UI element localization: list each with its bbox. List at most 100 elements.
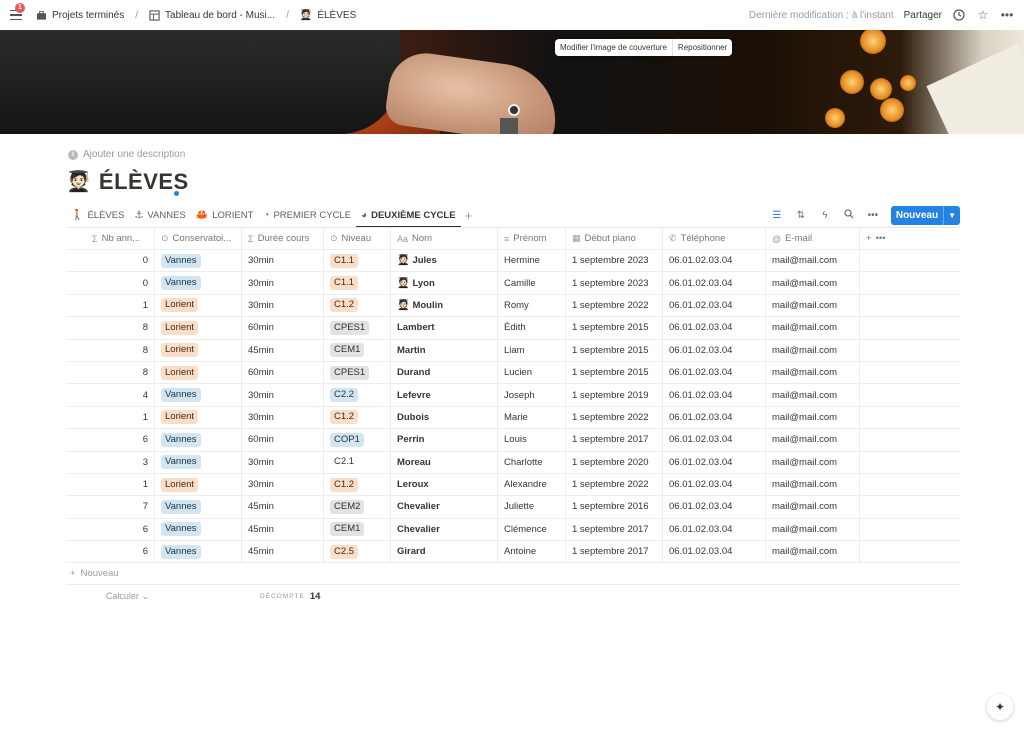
cell-nb-annees[interactable]: 6 bbox=[66, 518, 155, 541]
cell-prenom[interactable]: Marie bbox=[498, 406, 566, 429]
cell-telephone[interactable]: 06.01.02.03.04 bbox=[663, 473, 766, 496]
cell-debut-piano[interactable]: 1 septembre 2015 bbox=[566, 317, 663, 339]
cell-nom[interactable]: Durand bbox=[391, 361, 498, 384]
cell-niveau[interactable]: CEM1 bbox=[324, 518, 391, 541]
cell-nom[interactable]: Girard bbox=[391, 541, 498, 563]
tab-lorient[interactable]: 🦀 LORIENT bbox=[191, 204, 259, 226]
cell-duree-cours[interactable]: 30min bbox=[242, 250, 324, 272]
cell-telephone[interactable]: 06.01.02.03.04 bbox=[663, 317, 766, 339]
search-icon[interactable] bbox=[843, 208, 855, 222]
cell-email[interactable]: mail@mail.com bbox=[766, 250, 860, 272]
column-header-debut-piano[interactable]: ▦ Début piano bbox=[566, 228, 663, 249]
cell-debut-piano[interactable]: 1 septembre 2017 bbox=[566, 541, 663, 563]
history-clock-icon[interactable] bbox=[952, 8, 966, 22]
share-button[interactable]: Partager bbox=[904, 10, 942, 21]
cell-prenom[interactable]: Alexandre bbox=[498, 473, 566, 496]
cell-prenom[interactable]: Clémence bbox=[498, 518, 566, 541]
cell-email[interactable]: mail@mail.com bbox=[766, 496, 860, 518]
cell-nb-annees[interactable]: 6 bbox=[66, 541, 155, 563]
cell-conservatoire[interactable]: Vannes bbox=[155, 496, 242, 518]
name-link[interactable]: Perrin bbox=[397, 434, 424, 445]
cell-telephone[interactable]: 06.01.02.03.04 bbox=[663, 429, 766, 451]
cell-debut-piano[interactable]: 1 septembre 2016 bbox=[566, 496, 663, 518]
table-row[interactable]: 1 Lorient 30min C1.2 Dubois Marie 1 septembre … bbox=[66, 406, 960, 430]
cell-duree-cours[interactable]: 45min bbox=[242, 518, 324, 541]
cell-conservatoire[interactable]: Vannes bbox=[155, 541, 242, 563]
cell-prenom[interactable]: Romy bbox=[498, 294, 566, 317]
cell-email[interactable]: mail@mail.com bbox=[766, 339, 860, 361]
cell-duree-cours[interactable]: 45min bbox=[242, 541, 324, 563]
calculate-button[interactable]: Calculer ⌄ bbox=[66, 591, 155, 602]
change-cover-button[interactable]: Modifier l'image de couverture bbox=[555, 39, 672, 56]
cell-prenom[interactable]: Camille bbox=[498, 272, 566, 294]
cell-email[interactable]: mail@mail.com bbox=[766, 518, 860, 541]
cell-nb-annees[interactable]: 4 bbox=[66, 384, 155, 406]
cell-nom[interactable]: 🧑🏻‍🎓 Lyon bbox=[391, 272, 498, 294]
name-link[interactable]: Lefevre bbox=[397, 390, 431, 401]
cell-conservatoire[interactable]: Lorient bbox=[155, 317, 242, 339]
cell-email[interactable]: mail@mail.com bbox=[766, 294, 860, 317]
cell-prenom[interactable]: Lucien bbox=[498, 361, 566, 384]
cell-debut-piano[interactable]: 1 septembre 2023 bbox=[566, 272, 663, 294]
cell-debut-piano[interactable]: 1 septembre 2015 bbox=[566, 361, 663, 384]
cell-telephone[interactable]: 06.01.02.03.04 bbox=[663, 339, 766, 361]
cell-email[interactable]: mail@mail.com bbox=[766, 272, 860, 294]
cell-nb-annees[interactable]: 8 bbox=[66, 317, 155, 339]
sidebar-menu-button[interactable]: 1 bbox=[10, 3, 26, 23]
cell-nb-annees[interactable]: 7 bbox=[66, 496, 155, 518]
cell-niveau[interactable]: CEM2 bbox=[324, 496, 391, 518]
cell-duree-cours[interactable]: 60min bbox=[242, 361, 324, 384]
cell-conservatoire[interactable]: Vannes bbox=[155, 272, 242, 294]
cell-duree-cours[interactable]: 45min bbox=[242, 496, 324, 518]
cell-duree-cours[interactable]: 60min bbox=[242, 317, 324, 339]
filter-icon[interactable]: ☰ bbox=[771, 210, 783, 221]
name-link[interactable]: Martin bbox=[397, 345, 426, 356]
cell-telephone[interactable]: 06.01.02.03.04 bbox=[663, 406, 766, 429]
cell-niveau[interactable]: C1.2 bbox=[324, 406, 391, 429]
cell-niveau[interactable]: C1.2 bbox=[324, 473, 391, 496]
cell-prenom[interactable]: Joseph bbox=[498, 384, 566, 406]
table-row[interactable]: 0 Vannes 30min C1.1 🧑🏻‍🎓 Lyon Camille 1 septemb… bbox=[66, 272, 960, 295]
column-header-email[interactable]: @ E-mail bbox=[766, 228, 860, 249]
cell-niveau[interactable]: CEM1 bbox=[324, 339, 391, 361]
automation-lightning-icon[interactable]: ϟ bbox=[819, 210, 831, 221]
cell-debut-piano[interactable]: 1 septembre 2022 bbox=[566, 473, 663, 496]
column-header-niveau[interactable]: ⊙ Niveau bbox=[324, 228, 391, 249]
cell-nb-annees[interactable]: 1 bbox=[66, 406, 155, 429]
cell-conservatoire[interactable]: Lorient bbox=[155, 361, 242, 384]
name-link[interactable]: Moreau bbox=[397, 457, 431, 468]
table-row[interactable]: 1 Lorient 30min C1.2 Leroux Alexandre 1 septem… bbox=[66, 473, 960, 497]
add-view-icon[interactable]: + bbox=[461, 208, 477, 223]
cell-conservatoire[interactable]: Vannes bbox=[155, 518, 242, 541]
cell-duree-cours[interactable]: 30min bbox=[242, 384, 324, 406]
column-header-conservatoire[interactable]: ⊙ Conservatoi... bbox=[155, 228, 242, 249]
count-summary[interactable]: DÉCOMPTE 14 bbox=[260, 591, 320, 602]
cell-nb-annees[interactable]: 3 bbox=[66, 451, 155, 473]
column-header-prenom[interactable]: ≡ Prénom bbox=[498, 228, 566, 249]
cell-email[interactable]: mail@mail.com bbox=[766, 384, 860, 406]
cell-niveau[interactable]: C2.1 bbox=[324, 451, 391, 473]
cell-telephone[interactable]: 06.01.02.03.04 bbox=[663, 272, 766, 294]
breadcrumb-item-eleves[interactable]: 🧑🏻‍🎓 ÉLÈVES bbox=[300, 10, 356, 21]
cell-nom[interactable]: Perrin bbox=[391, 429, 498, 451]
cell-nb-annees[interactable]: 1 bbox=[66, 473, 155, 496]
name-link[interactable]: Girard bbox=[397, 546, 426, 557]
name-link[interactable]: Chevalier bbox=[397, 501, 440, 512]
cell-nb-annees[interactable]: 6 bbox=[66, 429, 155, 451]
cell-nom[interactable]: Moreau bbox=[391, 451, 498, 473]
cell-debut-piano[interactable]: 1 septembre 2022 bbox=[566, 406, 663, 429]
cell-conservatoire[interactable]: Vannes bbox=[155, 451, 242, 473]
cell-niveau[interactable]: C1.2 bbox=[324, 294, 391, 317]
cell-niveau[interactable]: C2.5 bbox=[324, 541, 391, 563]
tab-deuxieme-cycle[interactable]: ◕ DEUXIÈME CYCLE bbox=[356, 204, 461, 228]
tab-eleves[interactable]: 🚶 ÉLÈVES bbox=[66, 204, 129, 226]
cell-conservatoire[interactable]: Lorient bbox=[155, 339, 242, 361]
cell-telephone[interactable]: 06.01.02.03.04 bbox=[663, 250, 766, 272]
cell-telephone[interactable]: 06.01.02.03.04 bbox=[663, 361, 766, 384]
table-row[interactable]: 3 Vannes 30min C2.1 Moreau Charlotte 1 septemb… bbox=[66, 451, 960, 474]
cell-email[interactable]: mail@mail.com bbox=[766, 429, 860, 451]
cell-debut-piano[interactable]: 1 septembre 2020 bbox=[566, 451, 663, 473]
name-link[interactable]: Chevalier bbox=[397, 524, 440, 535]
cell-niveau[interactable]: CPES1 bbox=[324, 317, 391, 339]
name-link[interactable]: Leroux bbox=[397, 479, 429, 490]
